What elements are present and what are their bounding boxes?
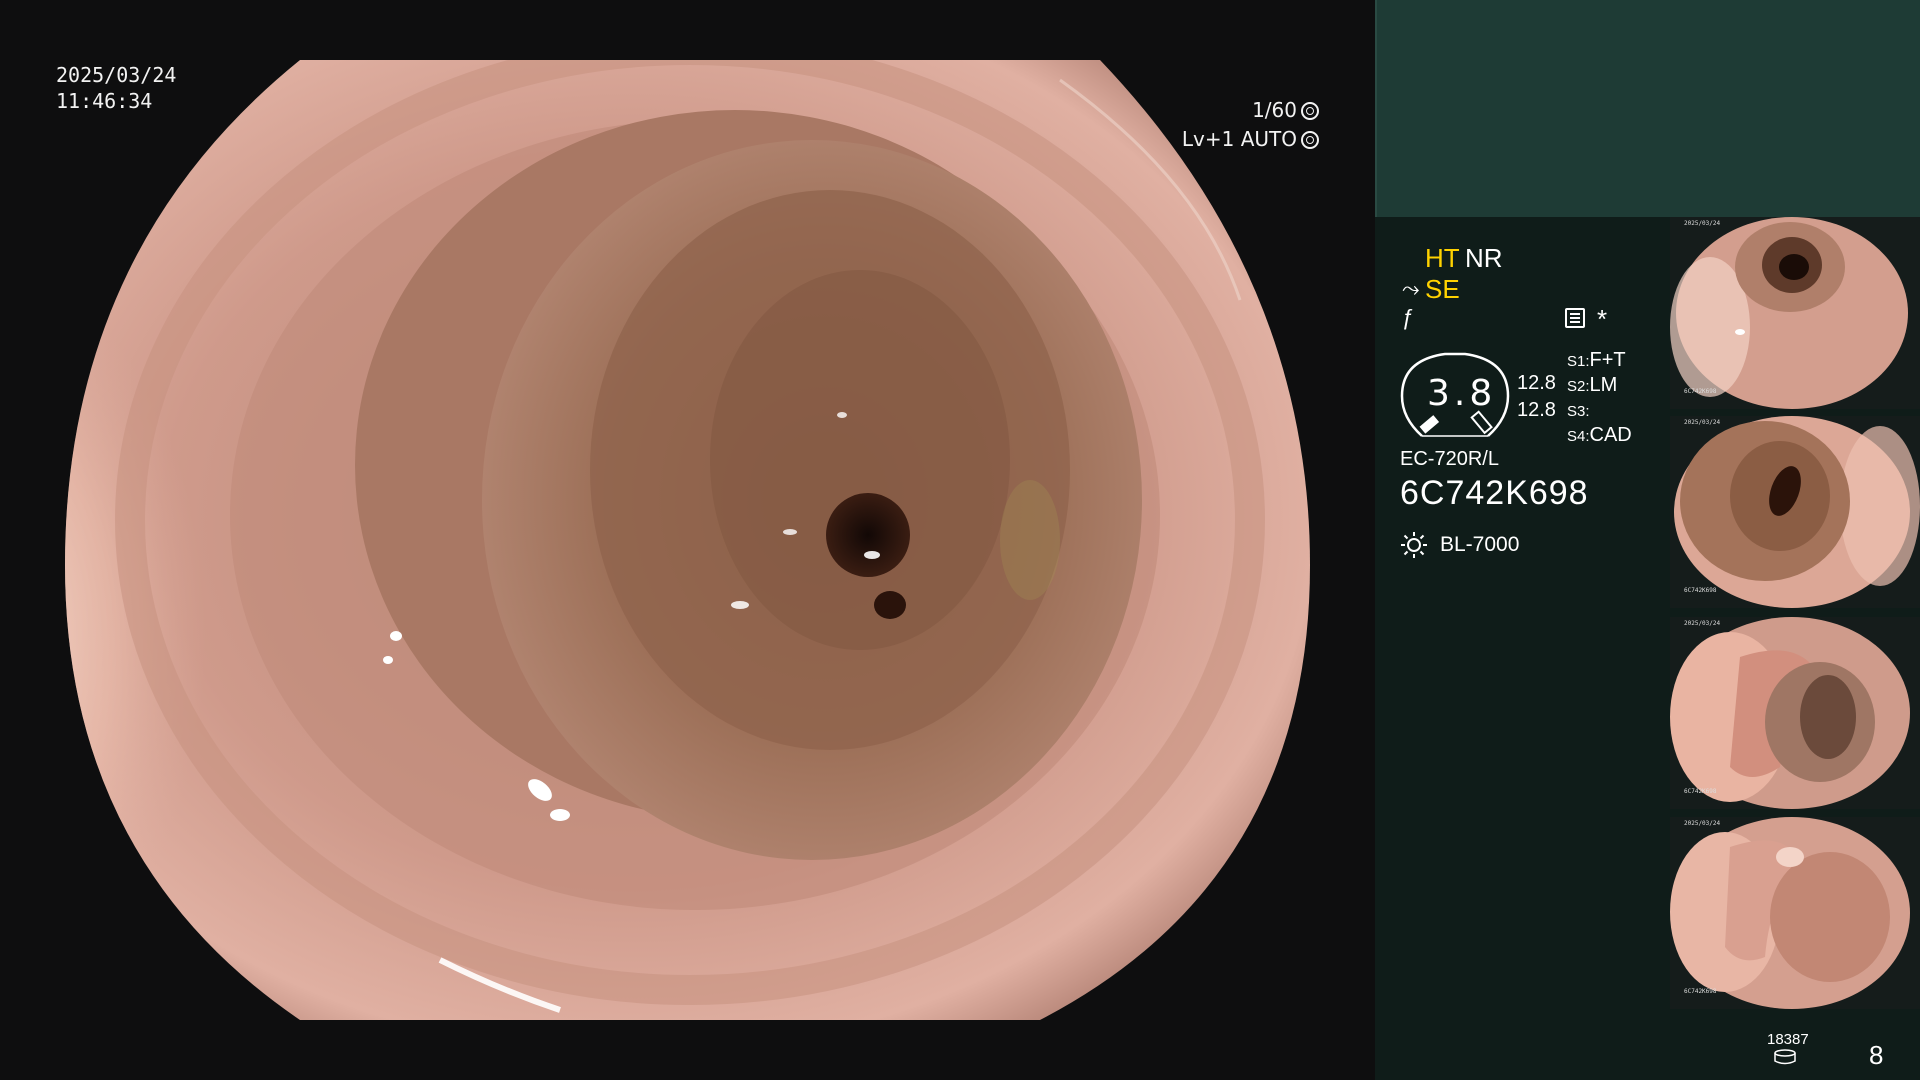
side-panel: HT NR ⤳ SE ƒ * 3.8 12.8 12.8 S1:F+T S2:L… (1375, 0, 1920, 1080)
iris-mode-readout: AUTO (1240, 127, 1297, 151)
scope-mode-icon: ⤳ (1402, 276, 1420, 301)
thumbnail-date: 2025/03/24 (1684, 820, 1721, 827)
auto-iris-icon (1301, 131, 1319, 149)
switch-s3: S3: (1567, 399, 1590, 422)
light-source-model: BL-7000 (1440, 533, 1520, 556)
menu-icon (1565, 308, 1585, 328)
mode-ht: HT (1425, 243, 1460, 273)
value-a: 12.8 (1517, 372, 1556, 394)
thumbnail-serial: 6C742K698 (1684, 988, 1717, 995)
captured-thumbnail[interactable]: 2025/03/24 6C742K698 (1670, 617, 1920, 809)
scope-model: EC-720R/L (1400, 448, 1499, 470)
thumbnail-image (1670, 617, 1910, 809)
switch-value: CAD (1589, 424, 1632, 446)
level-row: Lv+1 AUTO (1182, 127, 1319, 151)
freeze-icon: ƒ (1402, 305, 1415, 330)
mode-se: SE (1425, 274, 1460, 304)
thumbnail-serial: 6C742K698 (1684, 788, 1717, 795)
panel-header-block (1375, 0, 1920, 217)
thumbnail-date: 2025/03/24 (1684, 620, 1721, 627)
thumbnail-date: 2025/03/24 (1684, 220, 1721, 227)
switch-value: F+T (1589, 349, 1626, 371)
thumbnail-date: 2025/03/24 (1684, 419, 1721, 426)
scope-serial: 6C742K698 (1400, 474, 1589, 512)
value-b: 12.8 (1517, 399, 1556, 421)
mode-nr: NR (1465, 243, 1503, 273)
switch-s2: S2:LM (1567, 374, 1617, 397)
captured-thumbnail[interactable]: 2025/03/24 6C742K698 (1670, 416, 1920, 608)
endoscope-image (65, 60, 1310, 1020)
storage-icon (1774, 1049, 1796, 1065)
switch-value: LM (1589, 374, 1618, 396)
switch-label: S4: (1567, 428, 1590, 445)
switch-s4: S4:CAD (1567, 424, 1632, 447)
thumbnail-serial: 6C742K698 (1684, 587, 1717, 594)
light-source-icon (1401, 532, 1427, 558)
thumbnail-serial: 6C742K698 (1684, 388, 1717, 395)
shutter-row: 1/60 (1252, 98, 1319, 122)
date-readout: 2025/03/24 (56, 63, 177, 87)
star-icon: * (1597, 304, 1608, 334)
storage-count: 18387 (1767, 1031, 1809, 1048)
image-count: 8 (1869, 1040, 1884, 1070)
switch-s1: S1:F+T (1567, 349, 1626, 372)
thumbnail-image (1670, 817, 1910, 1009)
endoscope-view: 2025/03/24 11:46:34 1/60 Lv+1 AUTO (0, 0, 1375, 1080)
time-readout: 11:46:34 (56, 89, 153, 113)
captured-thumbnail[interactable]: 2025/03/24 6C742K698 (1670, 817, 1920, 1009)
switch-label: S1: (1567, 353, 1590, 370)
switch-label: S3: (1567, 403, 1590, 420)
thumbnail-image (1674, 416, 1920, 608)
switch-label: S2: (1567, 378, 1590, 395)
thumbnail-image (1670, 217, 1908, 409)
captured-thumbnail[interactable]: 2025/03/24 6C742K698 (1670, 217, 1920, 409)
shutter-readout: 1/60 (1252, 98, 1297, 122)
level-readout: Lv+1 (1181, 127, 1235, 151)
iris-icon (1301, 102, 1319, 120)
dial-value: 3.8 (1427, 373, 1497, 414)
